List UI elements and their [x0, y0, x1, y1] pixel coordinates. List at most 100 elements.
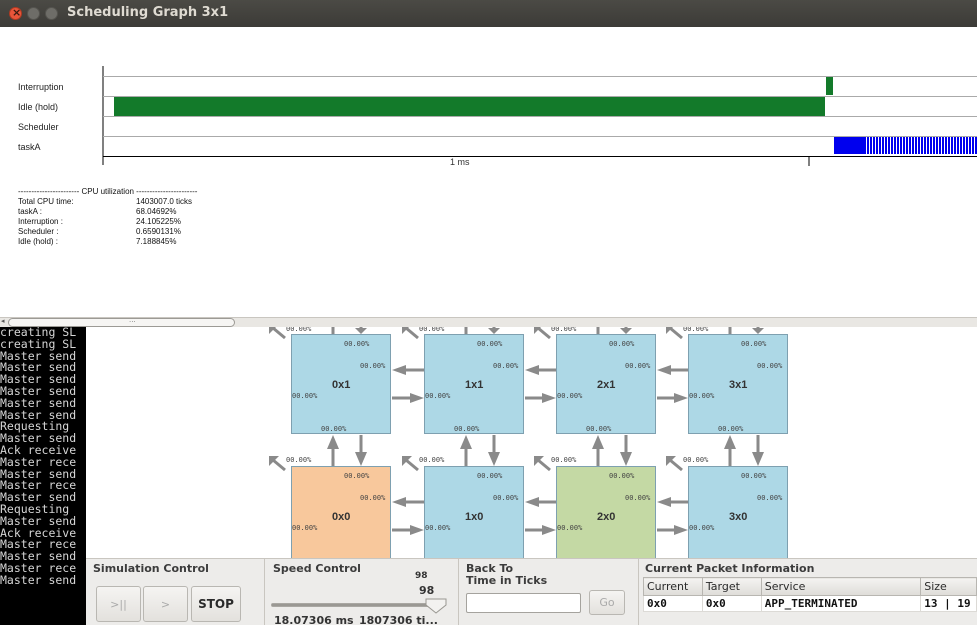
tile-name: 3x1 — [729, 379, 748, 391]
speed-time-ms: 18.07306 ms — [274, 614, 354, 627]
close-window-button[interactable] — [9, 6, 22, 20]
table-row[interactable]: 0x0 0x0 APP_TERMINATED 13 | 19 — [643, 595, 977, 612]
tile-percentage: 00.00% — [292, 524, 318, 532]
local-percentage: 00.00% — [419, 456, 445, 464]
cpu-label: taskA : — [18, 207, 43, 216]
noc-tile[interactable]: 00.00%00.00%00.00%00.00%2x0 — [556, 466, 656, 558]
tile-percentage: 00.00% — [757, 494, 783, 502]
local-arrow — [669, 327, 683, 340]
arrow-right-icon — [542, 525, 556, 535]
scheduling-graph: Interruption Idle (hold) Scheduler taskA… — [0, 27, 977, 317]
gantt-bar-idle — [114, 97, 825, 116]
gantt-bar-taska-striped — [866, 137, 977, 154]
tile-percentage: 00.00% — [625, 362, 651, 370]
arrow-left-icon — [525, 365, 539, 375]
minimize-window-button[interactable] — [27, 7, 40, 20]
tile-name: 2x0 — [597, 511, 616, 523]
scrollbar-thumb[interactable]: ... — [8, 316, 235, 327]
arrow-right-icon — [674, 525, 688, 535]
console-log[interactable]: creating SL creating SL Master send Master … — [0, 327, 86, 625]
tile-percentage: 00.00% — [493, 494, 519, 502]
speed-control-panel: Speed Control 98 98 18.07306 ms 1807306 … — [264, 558, 458, 627]
cpu-value: 68.04692% — [136, 207, 177, 216]
speed-slider-thumb[interactable] — [425, 598, 447, 614]
back-to-subtitle: Time in Ticks — [466, 574, 548, 587]
column-header-current[interactable]: Current — [643, 577, 703, 596]
arrow-left-icon — [392, 365, 406, 375]
tile-percentage: 00.00% — [425, 392, 451, 400]
horizontal-scrollbar[interactable]: ◂ ... — [0, 316, 977, 327]
arrow-right-icon — [410, 393, 424, 403]
tile-percentage: 00.00% — [609, 472, 635, 480]
local-arrow — [669, 458, 683, 472]
speed-slider[interactable] — [271, 603, 439, 607]
local-percentage: 00.00% — [683, 456, 709, 464]
speed-value-top: 98 — [415, 571, 428, 581]
noc-tile[interactable]: 00.00%00.00%00.00%00.00%3x0 — [688, 466, 788, 558]
cpu-value: 24.105225% — [136, 217, 181, 226]
cpu-value: 0.6590131% — [136, 227, 181, 236]
arrow-down-icon — [752, 452, 764, 466]
arrow-down-icon — [488, 452, 500, 466]
title-bar: Scheduling Graph 3x1 — [0, 0, 977, 27]
column-header-target[interactable]: Target — [701, 577, 762, 596]
noc-tile[interactable]: 00.00% 00.00% 00.00% 00.00% 0x1 — [291, 334, 391, 434]
tile-percentage: 00.00% — [757, 362, 783, 370]
arrow-up-icon — [460, 435, 472, 449]
tile-name: 0x0 — [332, 511, 351, 523]
column-header-size[interactable]: Size — [920, 577, 977, 596]
play-pause-button[interactable]: >|| — [96, 586, 141, 622]
local-percentage: 00.00% — [286, 327, 312, 333]
cpu-label: Total CPU time: — [18, 197, 74, 206]
tile-percentage: 00.00% — [477, 472, 503, 480]
arrow-down-icon — [355, 452, 367, 466]
cpu-header: ----------------------- CPU utilization … — [18, 187, 198, 196]
column-header-service[interactable]: Service — [760, 577, 922, 596]
tile-name: 1x0 — [465, 511, 484, 523]
cell-size: 13 | 19 — [920, 595, 977, 612]
tile-percentage: 00.00% — [689, 392, 715, 400]
arrow-left-icon — [657, 365, 671, 375]
arrow-left-icon — [525, 497, 539, 507]
window-title: Scheduling Graph 3x1 — [67, 5, 229, 20]
cpu-label: Interruption : — [18, 217, 63, 226]
packet-table: Current Target Service Size 0x0 0x0 APP_… — [643, 577, 977, 612]
tile-percentage: 00.00% — [360, 362, 386, 370]
scroll-left-icon[interactable]: ◂ — [1, 317, 5, 325]
tile-percentage: 00.00% — [557, 392, 583, 400]
go-button[interactable]: Go — [589, 590, 625, 615]
noc-arrows — [269, 327, 764, 535]
arrow-up-icon — [592, 435, 604, 449]
speed-control-title: Speed Control — [273, 562, 361, 575]
gantt-axis-label: 1 ms — [450, 157, 470, 167]
local-arrow — [272, 327, 286, 340]
cell-service: APP_TERMINATED — [760, 595, 922, 612]
tile-percentage: 00.00% — [609, 340, 635, 348]
noc-tile[interactable]: 00.00%00.00%00.00%00.00%1x0 — [424, 466, 524, 558]
arrow-right-icon — [410, 525, 424, 535]
packet-info-title: Current Packet Information — [645, 562, 815, 575]
arrow-left-icon — [392, 497, 406, 507]
cpu-label: Idle (hold) : — [18, 237, 59, 246]
stop-button[interactable]: STOP — [191, 586, 241, 622]
maximize-window-button[interactable] — [45, 7, 58, 20]
tile-name: 2x1 — [597, 379, 616, 391]
local-arrow — [272, 458, 286, 472]
tile-percentage: 00.00% — [321, 425, 347, 433]
cpu-label: Scheduler : — [18, 227, 59, 236]
arrow-left-icon — [657, 497, 671, 507]
tile-percentage: 00.00% — [477, 340, 503, 348]
noc-tile[interactable]: 00.00%00.00%00.00%00.00%0x0 — [291, 466, 391, 558]
time-ticks-input[interactable] — [466, 593, 581, 613]
noc-grid: 00.00% 00.00% 00.00% 00.00% 0x1 00.00% 00.00% 0… — [86, 327, 977, 558]
tile-percentage: 00.00% — [425, 524, 451, 532]
tile-name: 1x1 — [465, 379, 484, 391]
noc-tile[interactable]: 00.00% 00.00% 00.00% 00.00% 3x1 — [688, 334, 788, 434]
tile-percentage: 00.00% — [741, 340, 767, 348]
noc-tile[interactable]: 00.00% 00.00% 00.00% 00.00% 1x1 — [424, 334, 524, 434]
speed-value: 98 — [419, 584, 435, 597]
step-button[interactable]: > — [143, 586, 188, 622]
cell-current: 0x0 — [643, 595, 703, 612]
gantt-bar-taska-solid — [834, 137, 866, 154]
noc-tile[interactable]: 00.00% 00.00% 00.00% 00.00% 2x1 — [556, 334, 656, 434]
